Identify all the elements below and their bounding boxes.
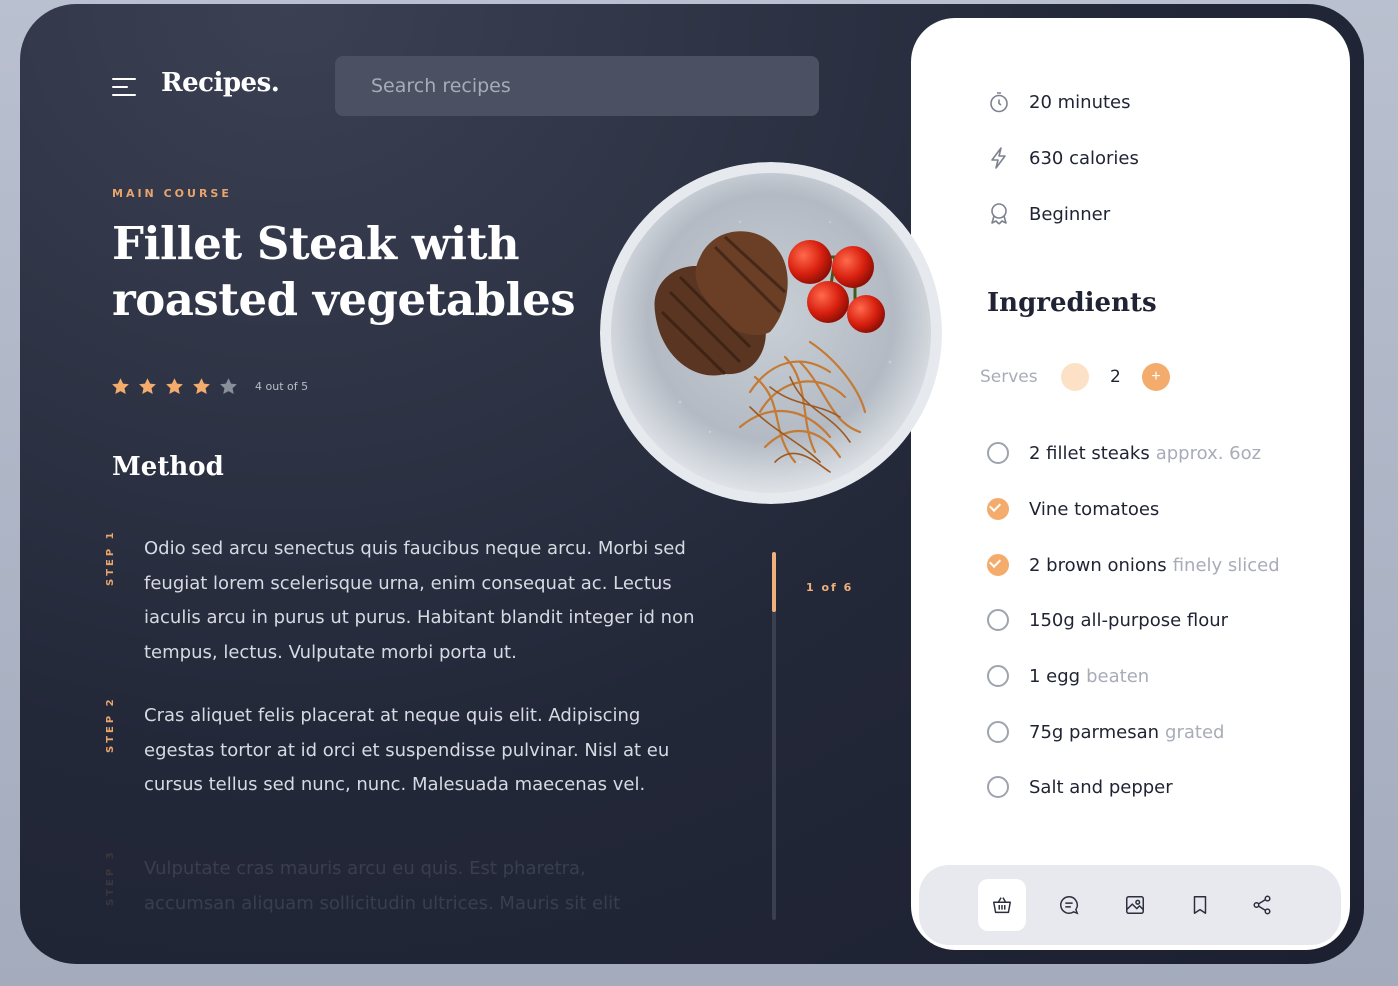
ingredient-name: 75g parmesan xyxy=(1029,721,1160,743)
share-button[interactable] xyxy=(1238,879,1286,931)
time-row: 20 minutes xyxy=(987,90,1131,114)
increase-serves-button[interactable]: + xyxy=(1142,363,1170,391)
star-icon[interactable] xyxy=(110,376,131,397)
checkbox-unchecked-icon[interactable] xyxy=(987,665,1009,687)
hamburger-menu-icon[interactable] xyxy=(112,76,138,100)
details-panel: 20 minutes 630 calories Beginner Ingredi… xyxy=(911,18,1350,950)
star-rating[interactable]: 4 out of 5 xyxy=(110,376,308,397)
step-text: Vulputate cras mauris arcu eu quis. Est … xyxy=(144,858,621,914)
serves-label: Serves xyxy=(980,367,1038,387)
method-heading: Method xyxy=(112,452,224,482)
calories-row: 630 calories xyxy=(987,146,1139,170)
star-icon[interactable] xyxy=(191,376,212,397)
step-text: Cras aliquet felis placerat at neque qui… xyxy=(144,705,670,795)
bookmark-icon xyxy=(1193,896,1207,914)
checkbox-checked-icon[interactable] xyxy=(987,498,1009,520)
step-text: Odio sed arcu senectus quis faucibus neq… xyxy=(144,538,695,663)
ingredient-name: 2 fillet steaks xyxy=(1029,442,1150,464)
search-input[interactable] xyxy=(335,56,819,116)
serves-value: 2 xyxy=(1110,367,1121,387)
time-text: 20 minutes xyxy=(1029,91,1131,113)
ingredient-item[interactable]: 150g all-purpose flour xyxy=(987,609,1228,631)
star-icon[interactable] xyxy=(164,376,185,397)
recipe-category: MAIN COURSE xyxy=(112,187,232,200)
decrease-serves-button[interactable] xyxy=(1061,363,1089,391)
ingredient-item[interactable]: 2 fillet steaks approx. 6oz xyxy=(987,442,1261,464)
ingredient-item[interactable]: 2 brown onions finely sliced xyxy=(987,554,1280,576)
gallery-button[interactable] xyxy=(1111,879,1159,931)
ingredient-name: 2 brown onions xyxy=(1029,554,1167,576)
checkbox-unchecked-icon[interactable] xyxy=(987,721,1009,743)
ingredient-name: Vine tomatoes xyxy=(1029,498,1160,520)
comment-icon xyxy=(1060,896,1079,915)
difficulty-row: Beginner xyxy=(987,202,1110,226)
lightning-icon xyxy=(991,147,1006,169)
step-label: STEP 2 xyxy=(105,696,116,753)
checkbox-checked-icon[interactable] xyxy=(987,554,1009,576)
recipe-title: Fillet Steak with roasted vegetables xyxy=(112,216,632,328)
checkbox-unchecked-icon[interactable] xyxy=(987,609,1009,631)
ingredient-item[interactable]: Vine tomatoes xyxy=(987,498,1159,520)
star-empty-icon[interactable] xyxy=(218,376,239,397)
ingredient-name: 150g all-purpose flour xyxy=(1029,609,1229,631)
basket-icon xyxy=(993,897,1011,914)
star-icon[interactable] xyxy=(137,376,158,397)
comments-button[interactable] xyxy=(1045,879,1093,931)
image-icon xyxy=(1126,896,1144,914)
method-scrollbar-thumb[interactable] xyxy=(772,552,776,612)
bottom-toolbar xyxy=(919,865,1341,945)
ingredients-heading: Ingredients xyxy=(987,288,1157,318)
calories-text: 630 calories xyxy=(1029,147,1139,169)
ingredient-note: finely sliced xyxy=(1172,554,1280,576)
ingredient-name: 1 egg xyxy=(1029,665,1081,687)
checkbox-unchecked-icon[interactable] xyxy=(987,776,1009,798)
rating-text: 4 out of 5 xyxy=(255,380,309,393)
ingredient-item[interactable]: 75g parmesan grated xyxy=(987,721,1224,743)
stopwatch-icon xyxy=(990,92,1008,113)
app-brand: Recipes. xyxy=(161,68,280,98)
app-window: Recipes. MAIN COURSE Fillet Steak with r… xyxy=(20,4,1364,964)
difficulty-text: Beginner xyxy=(1029,203,1111,225)
ingredient-item[interactable]: 1 egg beaten xyxy=(987,665,1149,687)
checkbox-unchecked-icon[interactable] xyxy=(987,442,1009,464)
recipe-title-line-2: roasted vegetables xyxy=(112,273,576,326)
ingredient-note: beaten xyxy=(1086,665,1150,687)
award-badge-icon xyxy=(991,203,1007,225)
step-page-indicator: 1 of 6 xyxy=(806,581,854,594)
ingredient-name: Salt and pepper xyxy=(1029,776,1173,798)
recipe-dish-image xyxy=(600,162,942,504)
step-label: STEP 3 xyxy=(105,849,116,906)
basket-button[interactable] xyxy=(978,879,1026,931)
ingredient-note: approx. 6oz xyxy=(1155,442,1262,464)
share-icon xyxy=(1253,895,1271,915)
ingredient-item[interactable]: Salt and pepper xyxy=(987,776,1173,798)
recipe-title-line-1: Fillet Steak with xyxy=(112,217,520,270)
ingredient-note: grated xyxy=(1165,721,1225,743)
step-label: STEP 1 xyxy=(105,529,116,586)
bookmark-button[interactable] xyxy=(1176,879,1224,931)
